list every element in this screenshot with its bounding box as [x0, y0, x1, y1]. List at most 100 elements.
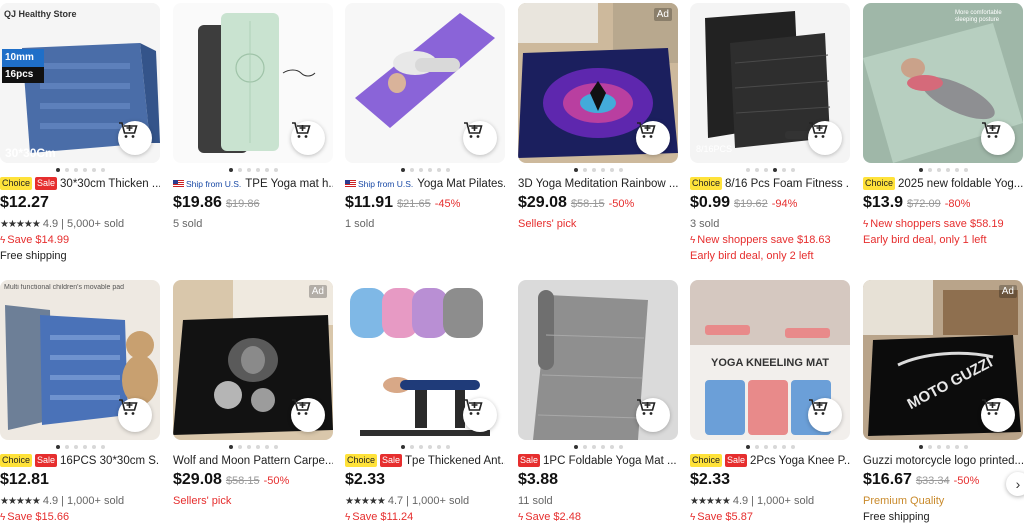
product-card[interactable]: Choice Sale Tpe Thickened Ant... $2.33 ★★★… [345, 280, 505, 525]
add-to-cart-button[interactable] [291, 398, 325, 432]
image-carousel-dots[interactable] [690, 442, 850, 452]
product-title-row[interactable]: Choice Sale 16PCS 30*30cm S... [0, 452, 160, 469]
bolt-icon: ϟ [0, 511, 6, 523]
image-carousel-dots[interactable] [518, 442, 678, 452]
add-to-cart-icon [809, 122, 828, 138]
product-title[interactable]: Tpe Thickened Ant... [405, 455, 505, 467]
new-shopper-promo: New shoppers save $58.19 [870, 218, 1004, 230]
image-carousel-dots[interactable] [518, 165, 678, 175]
add-to-cart-button[interactable] [636, 121, 670, 155]
product-title-row[interactable]: Sale 1PC Foldable Yoga Mat ... [518, 452, 678, 469]
product-image[interactable] [518, 280, 678, 440]
add-to-cart-button[interactable] [463, 121, 497, 155]
add-to-cart-button[interactable] [981, 121, 1015, 155]
product-card[interactable]: MOTO GUZZI Ad Guzzi motorcycle logo prin… [863, 280, 1023, 525]
product-title-row[interactable]: Choice Sale 30*30cm Thicken ... [0, 175, 160, 192]
product-image[interactable]: Ad [518, 3, 678, 163]
image-carousel-dots[interactable] [0, 165, 160, 175]
add-to-cart-button[interactable] [118, 398, 152, 432]
image-carousel-dots[interactable] [690, 165, 850, 175]
choice-badge: Choice [0, 177, 33, 190]
rating-value: 4.9 [42, 495, 59, 507]
product-title-row[interactable]: Choice 8/16 Pcs Foam Fitness ... [690, 175, 850, 192]
product-title[interactable]: 2Pcs Yoga Knee P... [750, 455, 850, 467]
add-to-cart-button[interactable] [636, 398, 670, 432]
product-card[interactable]: Ad 3D Yoga Meditation Rainbow ... $29.08… [518, 3, 678, 232]
product-price: $29.08 [518, 194, 567, 211]
product-title[interactable]: 1PC Foldable Yoga Mat ... [543, 455, 677, 467]
image-carousel-dots[interactable] [345, 442, 505, 452]
add-to-cart-button[interactable] [291, 121, 325, 155]
product-image[interactable] [345, 3, 505, 163]
product-card[interactable]: YOGA KNEELING MAT Choice Sale 2Pcs Yoga Kn… [690, 280, 850, 525]
add-to-cart-icon [982, 399, 1001, 415]
add-to-cart-button[interactable] [808, 121, 842, 155]
original-price: $72.09 [907, 198, 941, 210]
product-title-row[interactable]: 3D Yoga Meditation Rainbow ... [518, 175, 678, 192]
product-image[interactable]: 8/16PCS [690, 3, 850, 163]
next-page-button[interactable]: › [1006, 472, 1024, 496]
discount-percent: -50% [263, 475, 290, 487]
product-title-row[interactable]: Ship from U.S. Yoga Mat Pilates... [345, 175, 505, 192]
product-title-row[interactable]: Choice Sale 2Pcs Yoga Knee P... [690, 452, 850, 469]
product-card[interactable]: Multi functional children's movable pad … [0, 280, 160, 525]
image-carousel-dots[interactable] [173, 165, 333, 175]
product-title-row[interactable]: Choice 2025 new foldable Yog... [863, 175, 1023, 192]
product-title[interactable]: 8/16 Pcs Foam Fitness ... [725, 178, 850, 190]
image-carousel-dots[interactable] [863, 442, 1023, 452]
product-card[interactable]: More comfortable sleeping posture Choice… [863, 3, 1023, 248]
add-to-cart-button[interactable] [808, 398, 842, 432]
image-carousel-dots[interactable] [173, 442, 333, 452]
product-title[interactable]: Guzzi motorcycle logo printed... [863, 455, 1023, 467]
product-title-row[interactable]: Guzzi motorcycle logo printed... [863, 452, 1023, 469]
product-image[interactable]: YOGA KNEELING MAT [690, 280, 850, 440]
product-title[interactable]: Yoga Mat Pilates... [417, 178, 505, 190]
product-image[interactable]: More comfortable sleeping posture [863, 3, 1023, 163]
image-caption: YOGA KNEELING MAT [711, 357, 829, 369]
sale-badge: Sale [380, 454, 403, 467]
image-carousel-dots[interactable] [863, 165, 1023, 175]
add-to-cart-button[interactable] [463, 398, 497, 432]
product-image[interactable]: QJ Healthy Store 10mm 16pcs 30*30Cm [0, 3, 160, 163]
image-caption: Multi functional children's movable pad [4, 284, 125, 291]
product-image[interactable]: Multi functional children's movable pad [0, 280, 160, 440]
product-card[interactable]: Ship from U.S. TPE Yoga mat h... $19.86 $1… [173, 3, 333, 232]
product-title[interactable]: 3D Yoga Meditation Rainbow ... [518, 178, 678, 190]
product-title[interactable]: Wolf and Moon Pattern Carpe... [173, 455, 333, 467]
sold-count: 1,000+ sold [756, 495, 815, 507]
product-card[interactable]: 8/16PCS Choice 8/16 Pcs Foam Fitness ... … [690, 3, 850, 264]
product-card[interactable]: Ad Wolf and Moon Pattern Carpe... $29.08… [173, 280, 333, 509]
choice-badge: Choice [690, 177, 723, 190]
rating-value: 4.9 [42, 218, 59, 230]
bolt-icon: ϟ [0, 234, 6, 246]
product-image[interactable] [345, 280, 505, 440]
product-card[interactable]: Ship from U.S. Yoga Mat Pilates... $11.91… [345, 3, 505, 232]
product-title[interactable]: TPE Yoga mat h... [245, 178, 333, 190]
product-image[interactable]: Ad [173, 280, 333, 440]
product-card[interactable]: QJ Healthy Store 10mm 16pcs 30*30Cm Choi… [0, 3, 160, 264]
add-to-cart-button[interactable] [118, 121, 152, 155]
sold-count: 1,000+ sold [411, 495, 470, 507]
product-title-row[interactable]: Choice Sale Tpe Thickened Ant... [345, 452, 505, 469]
product-title-row[interactable]: Wolf and Moon Pattern Carpe... [173, 452, 333, 469]
image-carousel-dots[interactable] [0, 442, 160, 452]
choice-badge: Choice [345, 454, 378, 467]
product-title[interactable]: 16PCS 30*30cm S... [60, 455, 160, 467]
product-image[interactable] [173, 3, 333, 163]
premium-quality-label: Premium Quality [863, 495, 945, 507]
product-title[interactable]: 2025 new foldable Yog... [898, 178, 1023, 190]
product-card[interactable]: Sale 1PC Foldable Yoga Mat ... $3.88 11 s… [518, 280, 678, 525]
sold-count: 5,000+ sold [66, 218, 125, 230]
sold-count: 3 sold [690, 218, 720, 230]
add-to-cart-icon [464, 122, 483, 138]
product-title[interactable]: 30*30cm Thicken ... [60, 178, 160, 190]
image-carousel-dots[interactable] [345, 165, 505, 175]
sale-badge: Sale [518, 454, 541, 467]
store-name-overlay: QJ Healthy Store [4, 9, 77, 19]
product-image[interactable]: MOTO GUZZI Ad [863, 280, 1023, 440]
choice-badge: Choice [863, 177, 896, 190]
product-title-row[interactable]: Ship from U.S. TPE Yoga mat h... [173, 175, 333, 192]
add-to-cart-button[interactable] [981, 398, 1015, 432]
pieces-label: 8/16PCS [696, 144, 733, 154]
add-to-cart-icon [292, 399, 311, 415]
